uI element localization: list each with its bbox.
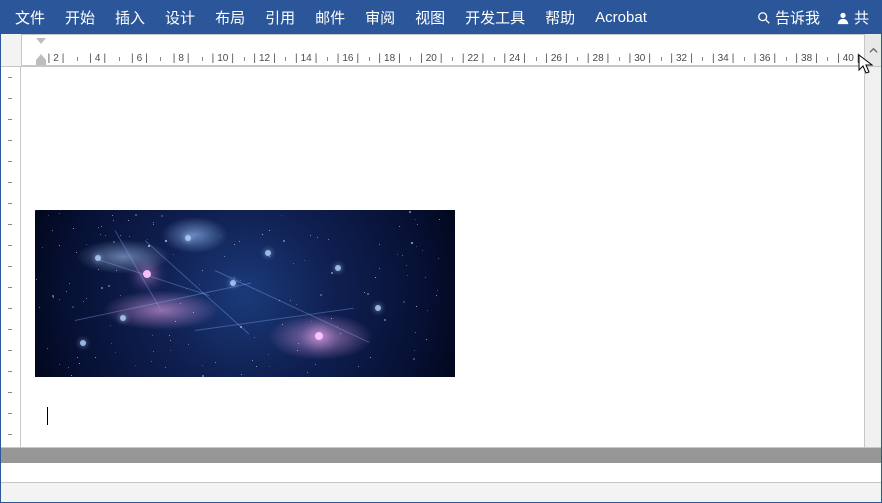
ruler-mark-28: |28|	[587, 53, 609, 64]
tab-help[interactable]: 帮助	[535, 1, 585, 34]
next-page-top	[21, 463, 864, 483]
tab-references[interactable]: 引用	[255, 1, 305, 34]
ruler-mark-20: |20|	[420, 53, 442, 64]
ruler-corner	[1, 34, 21, 66]
document-page[interactable]	[21, 67, 864, 447]
ruler-mark-32: |32|	[670, 53, 692, 64]
ruler-mark-34: |34|	[712, 53, 734, 64]
tab-view[interactable]: 视图	[405, 1, 455, 34]
ruler-mark-10: |10|	[212, 53, 234, 64]
ruler-mark-36: |36|	[754, 53, 776, 64]
ruler-mark-16: |16|	[337, 53, 359, 64]
status-bar	[1, 482, 881, 502]
ruler-mark-6: |6|	[131, 53, 148, 64]
tab-home[interactable]: 开始	[55, 1, 105, 34]
ruler-mark-26: |26|	[545, 53, 567, 64]
scroll-up-button[interactable]	[864, 34, 881, 66]
horizontal-ruler[interactable]: |2| |4| |6| |8| |10| |12| |14| |16| |18| |20| |22|…	[21, 34, 864, 66]
vertical-scrollbar[interactable]	[864, 67, 881, 447]
ruler-mark-40: |40|	[837, 53, 859, 64]
ruler-mark-38: |38|	[795, 53, 817, 64]
person-icon	[836, 11, 850, 25]
tab-mail[interactable]: 邮件	[305, 1, 355, 34]
ruler-mark-24: |24|	[504, 53, 526, 64]
ruler-mark-12: |12|	[253, 53, 275, 64]
tab-insert[interactable]: 插入	[105, 1, 155, 34]
share-label: 共	[854, 7, 869, 28]
text-cursor	[47, 407, 48, 425]
tab-dev[interactable]: 开发工具	[455, 1, 535, 34]
tab-acrobat[interactable]: Acrobat	[585, 1, 657, 34]
tab-review[interactable]: 审阅	[355, 1, 405, 34]
ruler-mark-2: |2|	[48, 53, 65, 64]
workspace	[1, 67, 881, 447]
ruler-mark-22: |22|	[462, 53, 484, 64]
ribbon-tabs: 文件 开始 插入 设计 布局 引用 邮件 审阅 视图 开发工具 帮助 Acrob…	[1, 1, 881, 34]
ruler-area: |2| |4| |6| |8| |10| |12| |14| |16| |18| |20| |22|…	[1, 34, 881, 67]
ruler-mark-8: |8|	[173, 53, 190, 64]
page-gap	[1, 447, 881, 463]
vertical-ruler[interactable]	[1, 67, 21, 447]
tab-file[interactable]: 文件	[5, 1, 55, 34]
tab-design[interactable]: 设计	[155, 1, 205, 34]
chevron-up-icon	[869, 46, 878, 55]
ruler-mark-30: |30|	[629, 53, 651, 64]
tell-me-label: 告诉我	[775, 7, 820, 28]
ruler-mark-18: |18|	[378, 53, 400, 64]
share-button[interactable]: 共	[828, 1, 877, 34]
ruler-mark-4: |4|	[89, 53, 106, 64]
ruler-mark-14: |14|	[295, 53, 317, 64]
tell-me-search[interactable]: 告诉我	[749, 1, 828, 34]
search-icon	[757, 11, 771, 25]
tab-layout[interactable]: 布局	[205, 1, 255, 34]
inserted-image[interactable]	[35, 210, 455, 377]
